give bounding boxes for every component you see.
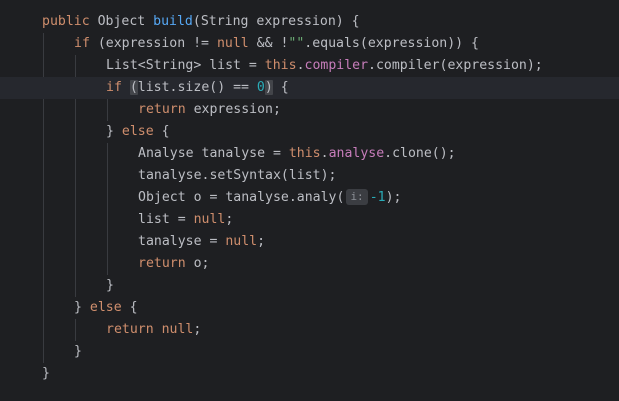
code-token: && ! [248,36,289,51]
code-line[interactable]: } else { [0,297,619,319]
code-line-content: Analyse tanalyse = this.analyse.clone(); [138,143,456,165]
code-line-content: tanalyse.setSyntax(list); [138,165,337,187]
code-line[interactable]: if (expression != null && !"".equals(exp… [0,33,619,55]
code-token: public [42,14,90,29]
code-line-content: } [106,275,114,297]
code-token: tanalyse = [138,234,226,249]
code-token: compiler [304,58,369,73]
code-token: if [106,80,122,95]
code-token: return [138,256,186,271]
code-token: { [153,124,170,139]
code-editor[interactable]: public Object build(String expression) {… [0,0,619,401]
code-token: Analyse tanalyse = [138,146,289,161]
code-line[interactable]: } else { [0,121,619,143]
code-line-content: public Object build(String expression) { [42,11,360,33]
code-line-content: return o; [138,253,209,275]
code-token: null [225,234,258,249]
code-line[interactable]: Analyse tanalyse = this.analyse.clone(); [0,143,619,165]
code-token: return [106,322,154,337]
code-token: if [74,36,90,51]
code-token: tanalyse.setSyntax(list); [138,168,337,183]
code-token: this [288,146,321,161]
code-token: .compiler(expression); [368,58,543,73]
code-line-content: List<String> list = this.compiler.compil… [106,55,543,77]
code-line-content: tanalyse = null; [138,231,265,253]
parameter-hint: i: [346,189,368,205]
code-token: .equals(expression)) { [304,36,479,51]
code-token: { [121,300,138,315]
code-token: "" [288,36,305,51]
code-line-content: if (list.size() == 0) { [106,77,289,99]
code-line-content: Object o = tanalyse.analy(i: -1); [138,187,401,209]
code-token: o; [185,256,210,271]
code-line-content: return null; [106,319,201,341]
code-line-content: return expression; [138,99,281,121]
code-token: } [74,300,90,315]
code-token: analyse [328,146,385,161]
code-token: expression; [185,102,281,117]
code-line[interactable]: if (list.size() == 0) { [0,77,619,99]
code-line[interactable]: List<String> list = this.compiler.compil… [0,55,619,77]
code-token: null [216,36,249,51]
code-token: -1 [369,190,386,205]
code-line-content: } [74,341,82,363]
code-line[interactable]: list = null; [0,209,619,231]
code-token: ; [257,234,266,249]
code-token: . [296,58,305,73]
code-token: ; [193,322,202,337]
code-line-content: list = null; [138,209,233,231]
code-token: list.size() == [137,80,257,95]
code-token: null [193,212,226,227]
code-line[interactable]: return expression; [0,99,619,121]
code-token: . [320,146,329,161]
code-token: ) [264,80,273,95]
code-line[interactable]: return o; [0,253,619,275]
code-token: .clone(); [384,146,456,161]
code-token: else [89,300,122,315]
code-token: ; [225,212,234,227]
code-token: Object o = tanalyse.analy( [138,190,345,205]
code-line[interactable]: tanalyse.setSyntax(list); [0,165,619,187]
code-line[interactable]: Object o = tanalyse.analy(i: -1); [0,187,619,209]
code-token: 0 [256,80,265,95]
code-line-content: } else { [106,121,170,143]
code-token: null [161,322,194,337]
code-token: } [74,344,82,359]
code-token: Object [89,14,154,29]
code-line[interactable]: public Object build(String expression) { [0,11,619,33]
code-line[interactable]: } [0,275,619,297]
code-token: return [138,102,186,117]
code-token: this [264,58,297,73]
code-token: ); [385,190,402,205]
code-line-content: } [42,363,50,385]
code-token: List<String> list = [106,58,265,73]
code-token: ( [129,80,138,95]
code-token: build [153,14,193,29]
code-line[interactable]: } [0,363,619,385]
code-token: (String expression) { [192,14,360,29]
code-token: { [272,80,289,95]
code-token: (expression != [89,36,217,51]
code-token: else [121,124,154,139]
code-token: list = [138,212,194,227]
code-line[interactable]: return null; [0,319,619,341]
code-line-content: if (expression != null && !"".equals(exp… [74,33,479,55]
code-token: } [106,278,114,293]
code-token: } [42,366,50,381]
code-line[interactable]: tanalyse = null; [0,231,619,253]
code-line[interactable]: } [0,341,619,363]
code-line-content: } else { [74,297,138,319]
code-token: } [106,124,122,139]
